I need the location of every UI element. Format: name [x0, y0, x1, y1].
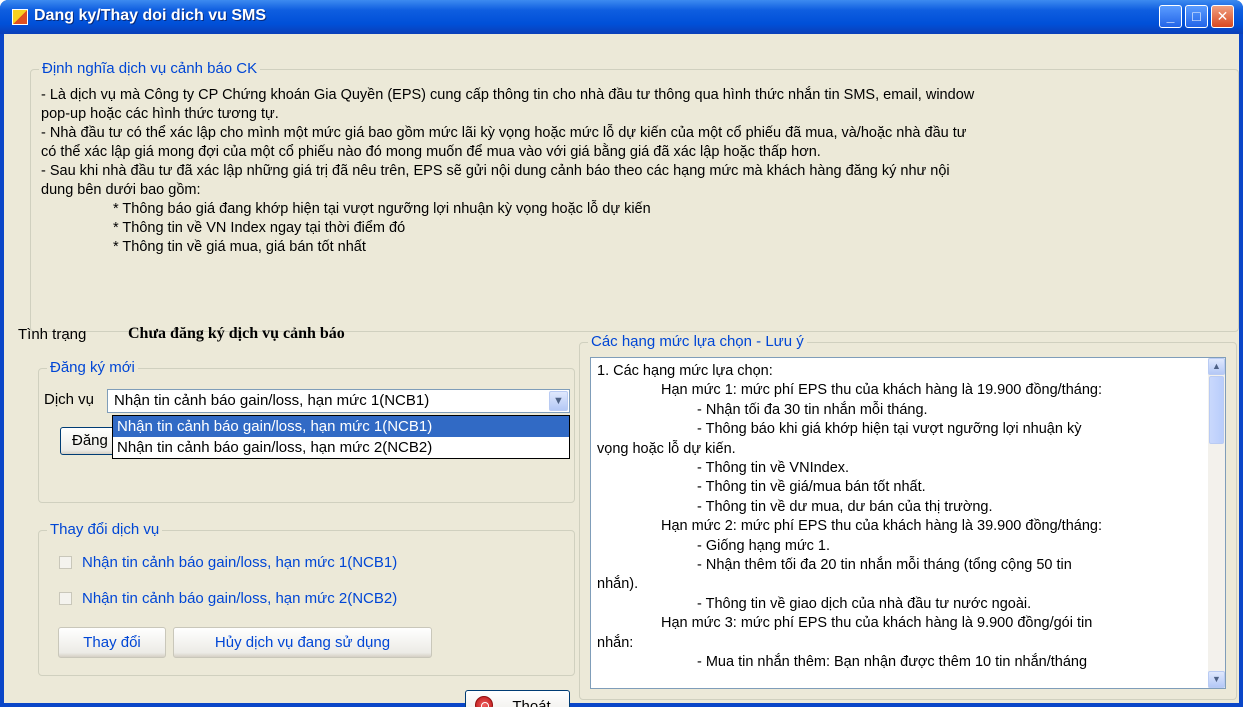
definition-group-title: Định nghĩa dịch vụ cảnh báo CK: [39, 60, 261, 77]
definition-text: - Là dịch vụ mà Công ty CP Chứng khoán G…: [41, 86, 1216, 257]
levels-line: - Nhận tối đa 30 tin nhắn mỗi tháng.: [697, 401, 928, 418]
definition-bullet: * Thông tin về VN Index ngay tại thời đi…: [113, 220, 406, 236]
levels-line: - Mua tin nhắn thêm: Bạn nhận được thêm …: [697, 654, 1088, 671]
service-dropdown-list: Nhận tin cảnh báo gain/loss, hạn mức 1(N…: [112, 415, 570, 459]
scroll-up-icon[interactable]: ▲: [1208, 358, 1225, 375]
register-group-title: Đăng ký mới: [47, 359, 138, 376]
minimize-button[interactable]: _: [1159, 5, 1182, 28]
checkbox-ncb1[interactable]: [59, 556, 72, 569]
levels-line: - Thông tin về giao dịch của nhà đầu tư …: [697, 595, 1032, 612]
window-title: Dang ky/Thay doi dich vu SMS: [34, 7, 267, 24]
cancel-service-button[interactable]: Hủy dịch vụ đang sử dụng: [173, 627, 432, 658]
levels-group: Các hạng mức lựa chọn - Lưu ý 1. Các hạn…: [579, 333, 1237, 700]
definition-group: Định nghĩa dịch vụ cảnh báo CK - Là dịch…: [30, 60, 1239, 332]
dropdown-option[interactable]: Nhận tin cảnh báo gain/loss, hạn mức 1(N…: [113, 416, 569, 437]
register-button[interactable]: Đăng: [60, 427, 116, 455]
app-icon: [12, 9, 28, 25]
levels-line: - Nhận thêm tối đa 20 tin nhắn mỗi tháng…: [697, 557, 1072, 574]
service-combobox[interactable]: Nhận tin cảnh báo gain/loss, hạn mức 1(N…: [107, 389, 570, 413]
checkbox-ncb2-label[interactable]: Nhận tin cảnh báo gain/loss, hạn mức 2(N…: [82, 590, 397, 607]
levels-line: - Giống hạng mức 1.: [697, 537, 831, 554]
levels-line: - Thông tin về dư mua, dư bán của thị tr…: [697, 498, 993, 515]
levels-line: vọng hoặc lỗ dự kiến.: [597, 440, 736, 457]
checkbox-ncb1-label[interactable]: Nhận tin cảnh báo gain/loss, hạn mức 1(N…: [82, 554, 397, 571]
definition-line: - Sau khi nhà đầu tư đã xác lập những gi…: [41, 163, 950, 179]
app-window: Dang ky/Thay doi dich vu SMS _ □ ✕ Định …: [0, 0, 1243, 707]
definition-line: dung bên dưới bao gồm:: [41, 182, 201, 198]
levels-line: - Thông tin về giá/mua bán tốt nhất.: [697, 479, 926, 496]
levels-line: nhắn).: [597, 576, 639, 593]
levels-scrollbar[interactable]: ▲ ▼: [1208, 358, 1225, 688]
definition-line: - Nhà đầu tư có thể xác lập cho mình một…: [41, 125, 967, 141]
change-button[interactable]: Thay đổi: [58, 627, 166, 658]
close-button[interactable]: ✕: [1211, 5, 1234, 28]
window-client-area: Định nghĩa dịch vụ cảnh báo CK - Là dịch…: [4, 34, 1239, 707]
definition-bullet: * Thông tin về giá mua, giá bán tốt nhất: [113, 239, 366, 255]
levels-textbox[interactable]: 1. Các hạng mức lựa chọn: Hạn mức 1: mức …: [590, 357, 1226, 689]
levels-line: Hạn mức 2: mức phí EPS thu của khách hàn…: [661, 518, 1102, 535]
definition-bullet: * Thông báo giá đang khớp hiện tại vượt …: [113, 201, 651, 217]
levels-line: nhắn:: [597, 634, 634, 651]
status-value: Chưa đăng ký dịch vụ cảnh báo: [128, 325, 345, 342]
levels-line: 1. Các hạng mức lựa chọn:: [597, 363, 773, 379]
service-label: Dịch vụ: [44, 391, 95, 408]
definition-line: - Là dịch vụ mà Công ty CP Chứng khoán G…: [41, 87, 975, 103]
scroll-thumb[interactable]: [1209, 376, 1224, 444]
levels-line: - Thông tin về VNIndex.: [697, 460, 850, 477]
levels-text: 1. Các hạng mức lựa chọn: Hạn mức 1: mức …: [597, 362, 1207, 673]
levels-line: Hạn mức 1: mức phí EPS thu của khách hàn…: [661, 382, 1102, 399]
levels-line: - Thông báo khi giá khớp hiện tại vượt n…: [697, 421, 1082, 438]
status-label: Tình trạng: [18, 326, 87, 343]
change-service-group-title: Thay đổi dịch vụ: [47, 521, 163, 538]
definition-line: có thể xác lập giá mong đợi của một cổ p…: [41, 144, 821, 160]
levels-group-title: Các hạng mức lựa chọn - Lưu ý: [588, 333, 807, 350]
definition-line: pop-up hoặc các hình thức tương tự.: [41, 106, 279, 122]
service-combobox-value: Nhận tin cảnh báo gain/loss, hạn mức 1(N…: [114, 392, 430, 409]
dropdown-option[interactable]: Nhận tin cảnh báo gain/loss, hạn mức 2(N…: [113, 437, 569, 458]
chevron-down-icon[interactable]: ▼: [549, 391, 568, 411]
maximize-button[interactable]: □: [1185, 5, 1208, 28]
scroll-down-icon[interactable]: ▼: [1208, 671, 1225, 688]
exit-button[interactable]: Thoát: [465, 690, 570, 707]
exit-button-label: Thoát: [512, 698, 551, 707]
title-bar[interactable]: Dang ky/Thay doi dich vu SMS _ □ ✕: [0, 0, 1243, 34]
levels-line: Hạn mức 3: mức phí EPS thu của khách hàn…: [661, 615, 1093, 632]
power-icon: [475, 696, 493, 707]
checkbox-ncb2[interactable]: [59, 592, 72, 605]
